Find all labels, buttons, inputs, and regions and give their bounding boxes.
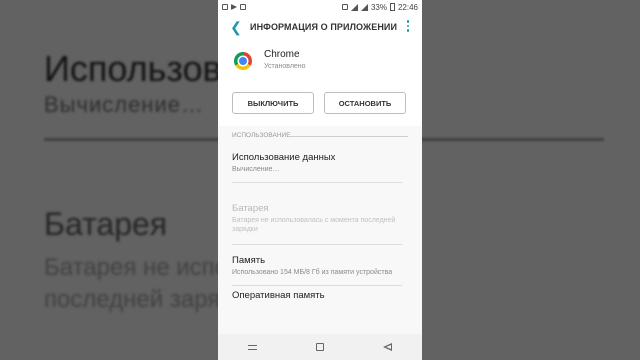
list-item-battery[interactable]: Батарея Батарея не использовалась с моме… [218,203,422,234]
divider [232,244,402,245]
home-icon[interactable] [315,343,324,351]
battery-subtitle: Батарея не использовалась с момента посл… [232,217,396,233]
back-icon[interactable] [383,343,393,351]
app-header: Chrome Установлено ВЫКЛЮЧИТЬ ОСТАНОВИТЬ [218,40,422,126]
navigation-bar [218,334,422,360]
recent-apps-icon[interactable] [247,344,257,351]
battery-title: Батарея [232,203,269,214]
app-name: Chrome [264,49,300,60]
data-usage-subtitle: Вычисление… [232,166,280,173]
ram-title: Оперативная память [232,290,325,301]
battery-icon [389,3,395,11]
back-chevron-icon[interactable]: ❮ [226,19,246,36]
battery-percent: 33% [370,2,387,12]
app-install-status: Установлено [264,63,306,70]
status-right: 33% 22:46 [341,2,418,12]
status-bar: 33% 22:46 [218,0,422,14]
more-vert-icon[interactable] [406,20,410,32]
nfc-icon [341,4,348,10]
notification-icon [222,4,228,10]
storage-title: Память [232,255,266,266]
list-item-data-usage[interactable]: Использование данных Вычисление… [218,152,422,174]
usage-section-header: ИСПОЛЬЗОВАНИЕ [232,126,408,146]
chrome-logo-icon [234,52,252,70]
wifi-icon [350,3,358,11]
storage-subtitle: Использовано 154 МБ/8 Гб из памяти устро… [232,269,393,276]
clock: 22:46 [397,2,418,12]
disable-button[interactable]: ВЫКЛЮЧИТЬ [232,92,314,114]
play-icon [231,4,237,10]
data-usage-title: Использование данных [232,152,336,163]
list-item-ram[interactable]: Оперативная память [218,290,422,301]
list-item-storage[interactable]: Память Использовано 154 МБ/8 Гб из памят… [218,255,422,277]
app-bar: ❮ ИНФОРМАЦИЯ О ПРИЛОЖЕНИИ [218,14,422,40]
force-stop-button[interactable]: ОСТАНОВИТЬ [324,92,406,114]
gallery-icon [240,4,246,10]
phone-screen: 33% 22:46 ❮ ИНФОРМАЦИЯ О ПРИЛОЖЕНИИ Chro… [218,0,422,360]
divider [232,182,402,183]
page-title: ИНФОРМАЦИЯ О ПРИЛОЖЕНИИ [250,22,398,32]
signal-icon [360,3,368,11]
status-left [222,4,246,10]
divider [232,285,402,286]
